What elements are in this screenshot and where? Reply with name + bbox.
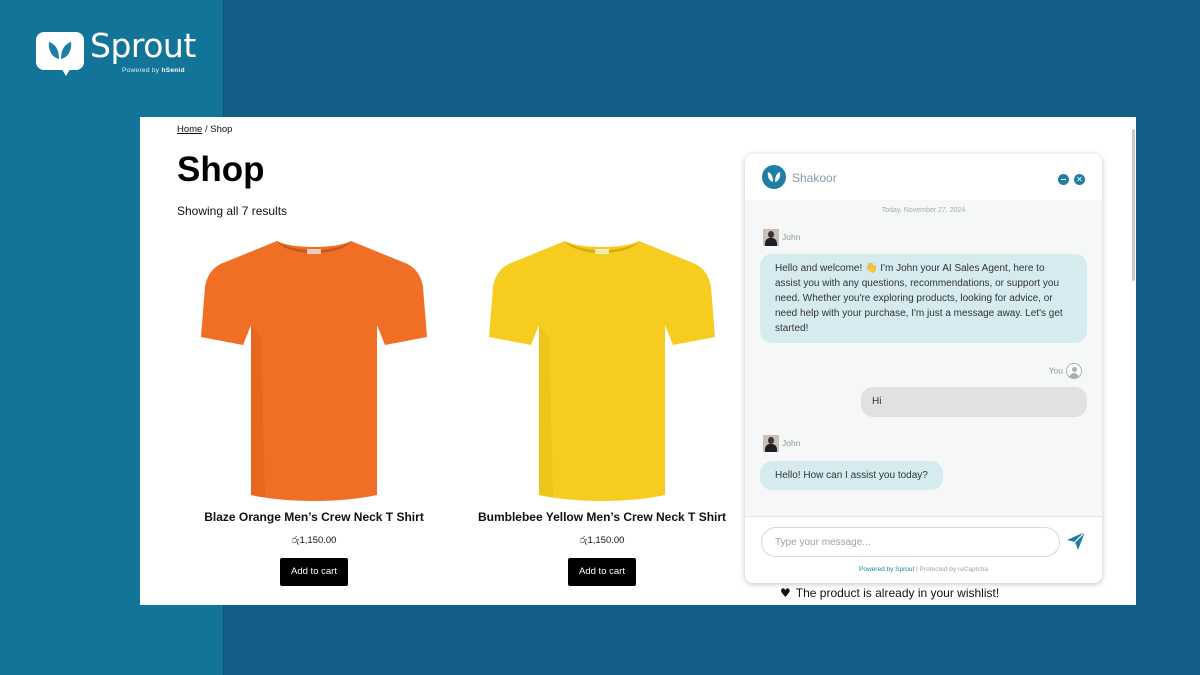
chat-header: Shakoor ✕ [745, 154, 1102, 200]
add-to-cart-button[interactable]: Add to cart [568, 558, 636, 586]
chat-footer: Powered by Sprout | Protected by reCaptc… [745, 516, 1102, 583]
chat-agent-name: Shakoor [792, 171, 837, 185]
wishlist-notice: ♥ The product is already in your wishlist… [780, 586, 999, 600]
product-price: රු1,150.00 [579, 535, 625, 546]
brand-powered-prefix: Powered by [122, 67, 162, 74]
bot-message: Hello and welcome! 👋 I'm John your AI Sa… [760, 254, 1087, 343]
sender-name: You [1048, 365, 1063, 376]
product-name[interactable]: Bumblebee Yellow Men’s Crew Neck T Shirt [477, 510, 727, 524]
brand-name: Sprout [90, 26, 196, 65]
message-sender: John [763, 435, 801, 453]
sender-name: John [782, 232, 801, 242]
chat-message-input[interactable] [761, 527, 1060, 557]
recaptcha-note: Protected by reCaptcha [919, 566, 988, 573]
chat-powered-by: Powered by Sprout | Protected by reCaptc… [745, 566, 1102, 573]
agent-avatar [763, 435, 779, 453]
breadcrumb-current: Shop [210, 124, 233, 135]
message-sender: John [763, 229, 801, 247]
minimize-icon[interactable] [1058, 174, 1069, 185]
brand-powered-by: Powered by hSenid [122, 67, 185, 74]
user-message: Hi [861, 387, 1087, 417]
user-avatar-icon [1066, 363, 1082, 379]
breadcrumb: Home / Shop [177, 124, 232, 135]
product-image-yellow-tshirt[interactable] [477, 237, 727, 507]
tshirt-icon [489, 241, 715, 501]
send-icon[interactable] [1066, 531, 1086, 551]
heart-icon: ♥ [780, 586, 791, 600]
product-card: Bumblebee Yellow Men’s Crew Neck T Shirt… [477, 237, 727, 586]
agent-avatar [763, 229, 779, 247]
product-price: රු1,150.00 [291, 535, 337, 546]
sprout-logo: Sprout Powered by hSenid [36, 26, 206, 80]
breadcrumb-home-link[interactable]: Home [177, 124, 202, 135]
add-to-cart-button[interactable]: Add to cart [280, 558, 348, 586]
product-image-orange-tshirt[interactable] [189, 237, 439, 507]
result-count: Showing all 7 results [177, 204, 288, 218]
leaf-chat-bubble-icon [36, 32, 84, 76]
wishlist-text: The product is already in your wishlist! [795, 586, 1000, 600]
brand-powered-company: hSenid [161, 67, 185, 74]
tshirt-icon [201, 241, 427, 501]
chat-widget: Shakoor ✕ Today, November 27, 2024 John … [745, 154, 1102, 583]
close-icon[interactable]: ✕ [1074, 174, 1085, 185]
page-scrollbar[interactable] [1132, 129, 1135, 281]
product-card: Blaze Orange Men’s Crew Neck T Shirt රු1… [189, 237, 439, 586]
product-name[interactable]: Blaze Orange Men’s Crew Neck T Shirt [189, 510, 439, 524]
chat-date: Today, November 27, 2024 [881, 207, 966, 214]
page-title: Shop [177, 150, 265, 189]
powered-by-sprout-link[interactable]: Powered by Sprout [859, 566, 914, 573]
bot-message: Hello! How can I assist you today? [760, 461, 943, 490]
sender-name: John [782, 438, 801, 448]
sprout-leaf-icon [762, 165, 786, 189]
footer-separator: | [916, 566, 918, 573]
message-sender-you: You [1049, 363, 1082, 379]
